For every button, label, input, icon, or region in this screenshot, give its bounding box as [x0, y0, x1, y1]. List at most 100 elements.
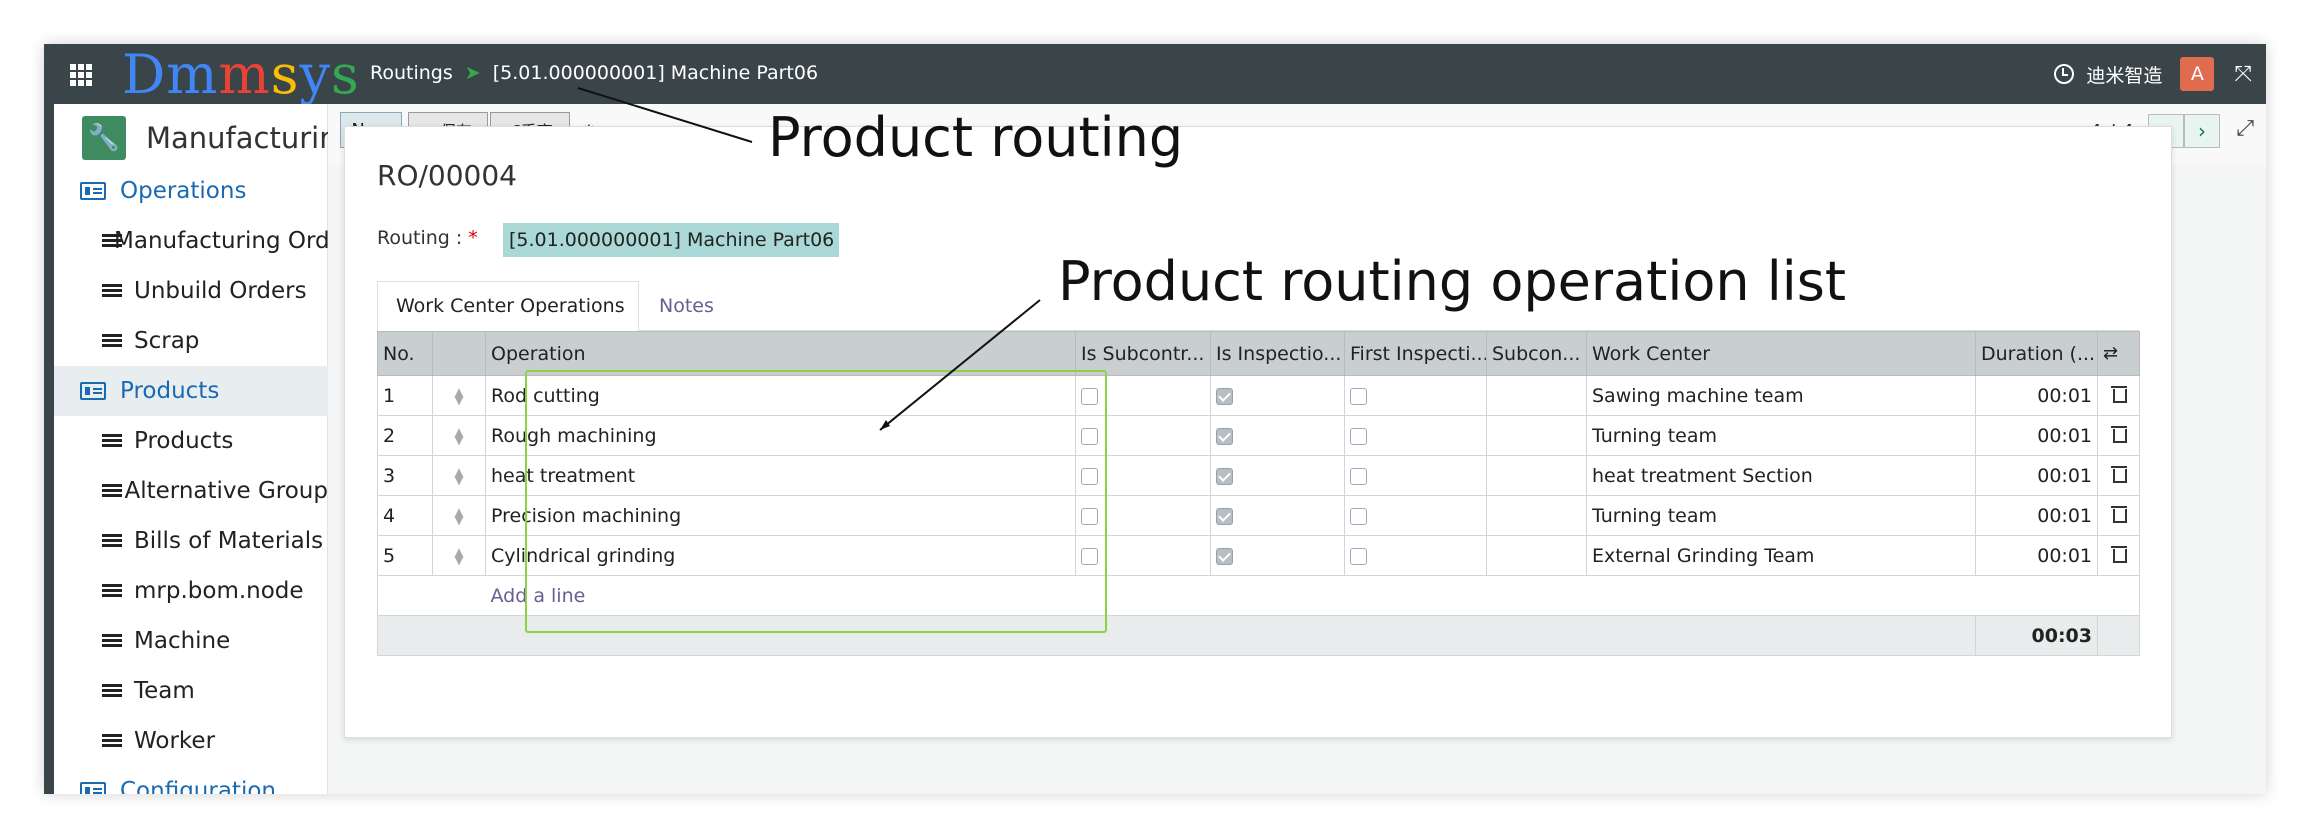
operation-highlight-box: [525, 370, 1107, 633]
first-inspection-cell[interactable]: [1344, 535, 1487, 576]
optional-columns-icon[interactable]: ⇄: [2097, 331, 2140, 376]
column-header[interactable]: Is Inspectio...: [1210, 331, 1345, 376]
duration-cell[interactable]: 00:01: [1975, 375, 2098, 416]
delete-cell[interactable]: [2097, 535, 2140, 576]
delete-cell[interactable]: [2097, 455, 2140, 496]
activity-clock-icon[interactable]: [2054, 64, 2075, 84]
column-header[interactable]: [432, 331, 486, 376]
first-inspection-checkbox[interactable]: [1350, 547, 1367, 565]
row-number: 4: [377, 495, 433, 536]
delete-cell[interactable]: [2097, 415, 2140, 456]
sidebar-item-label: Unbuild Orders: [134, 278, 307, 304]
first-inspection-checkbox[interactable]: [1350, 467, 1367, 485]
first-inspection-cell[interactable]: [1344, 495, 1487, 536]
delete-cell[interactable]: [2097, 375, 2140, 416]
list-icon: [102, 633, 122, 649]
work-center-cell[interactable]: External Grinding Team: [1586, 535, 1976, 576]
column-header[interactable]: Work Center: [1586, 331, 1976, 376]
sidebar-item-label: Products: [134, 428, 234, 454]
apps-grid-icon[interactable]: [70, 64, 92, 86]
tab-work-center-operations[interactable]: Work Center Operations: [377, 281, 639, 331]
drag-handle-icon[interactable]: ▲ ▼: [438, 546, 480, 566]
work-center-cell[interactable]: Sawing machine team: [1586, 375, 1976, 416]
subcontractor-cell[interactable]: [1486, 455, 1587, 496]
drag-handle-icon[interactable]: ▲ ▼: [438, 386, 480, 406]
inspection-checkbox[interactable]: [1216, 427, 1233, 445]
first-inspection-cell[interactable]: [1344, 415, 1487, 456]
column-header[interactable]: First Inspecti...: [1344, 331, 1487, 376]
duration-cell[interactable]: 00:01: [1975, 535, 2098, 576]
drag-handle-cell[interactable]: ▲ ▼: [432, 375, 486, 416]
sidebar-item-unbuild-orders[interactable]: Unbuild Orders: [54, 266, 328, 316]
sidebar-item-alternative-group[interactable]: Alternative Group: [54, 466, 328, 516]
app-name: Manufacturing: [146, 121, 356, 155]
subcontractor-cell[interactable]: [1486, 495, 1587, 536]
first-inspection-checkbox[interactable]: [1350, 507, 1367, 525]
column-header[interactable]: Duration (...: [1975, 331, 2098, 376]
sidebar-item-products[interactable]: Products: [54, 366, 328, 416]
sidebar-item-mrp-bom-node[interactable]: mrp.bom.node: [54, 566, 328, 616]
column-header[interactable]: Is Subcontr...: [1075, 331, 1211, 376]
drag-handle-cell[interactable]: ▲ ▼: [432, 415, 486, 456]
fullscreen-toggle-icon[interactable]: ⤧: [2234, 62, 2252, 87]
inspection-cell[interactable]: [1210, 455, 1345, 496]
first-inspection-checkbox[interactable]: [1350, 387, 1367, 405]
work-center-cell[interactable]: heat treatment Section: [1586, 455, 1976, 496]
inspection-checkbox[interactable]: [1216, 507, 1233, 525]
column-header[interactable]: Operation: [485, 331, 1076, 376]
inspection-cell[interactable]: [1210, 535, 1345, 576]
tab-notes[interactable]: Notes: [659, 281, 714, 331]
company-switcher[interactable]: 迪米智造: [2086, 61, 2162, 88]
drag-handle-icon[interactable]: ▲ ▼: [438, 506, 480, 526]
sidebar-item-machine[interactable]: Machine: [54, 616, 328, 666]
delete-cell[interactable]: [2097, 495, 2140, 536]
inspection-cell[interactable]: [1210, 375, 1345, 416]
drag-handle-icon[interactable]: ▲ ▼: [438, 466, 480, 486]
inspection-checkbox[interactable]: [1216, 547, 1233, 565]
duration-cell[interactable]: 00:01: [1975, 415, 2098, 456]
drag-handle-cell[interactable]: ▲ ▼: [432, 495, 486, 536]
drag-handle-icon[interactable]: ▲ ▼: [438, 426, 480, 446]
sidebar-item-configuration[interactable]: Configuration: [54, 766, 328, 794]
expand-icon[interactable]: ⤢: [2236, 116, 2254, 141]
sidebar-item-bills-of-materials[interactable]: Bills of Materials: [54, 516, 328, 566]
column-header[interactable]: No.: [377, 331, 433, 376]
subcontractor-cell[interactable]: [1486, 415, 1587, 456]
trash-icon[interactable]: [2110, 385, 2127, 403]
column-header[interactable]: Subcon...: [1486, 331, 1587, 376]
trash-icon[interactable]: [2110, 465, 2127, 483]
routing-field[interactable]: [5.01.000000001] Machine Part06: [503, 223, 839, 257]
annotation-operation-list: Product routing operation list: [1058, 250, 1847, 313]
list-icon: [102, 483, 123, 499]
trash-icon[interactable]: [2110, 505, 2127, 523]
required-asterisk: *: [468, 227, 478, 249]
drag-handle-cell[interactable]: ▲ ▼: [432, 535, 486, 576]
sidebar-item-worker[interactable]: Worker: [54, 716, 328, 766]
inspection-cell[interactable]: [1210, 495, 1345, 536]
inspection-checkbox[interactable]: [1216, 387, 1233, 405]
row-number: 2: [377, 415, 433, 456]
user-avatar[interactable]: A: [2180, 57, 2215, 91]
inspection-checkbox[interactable]: [1216, 467, 1233, 485]
trash-icon[interactable]: [2110, 545, 2127, 563]
logo[interactable]: Dmmsys: [122, 46, 360, 104]
sidebar-item-manufacturing-orders[interactable]: Manufacturing Orders: [54, 216, 328, 266]
inspection-cell[interactable]: [1210, 415, 1345, 456]
sidebar-item-products[interactable]: Products: [54, 416, 328, 466]
sidebar-item-operations[interactable]: Operations: [54, 166, 328, 216]
duration-cell[interactable]: 00:01: [1975, 455, 2098, 496]
duration-cell[interactable]: 00:01: [1975, 495, 2098, 536]
first-inspection-checkbox[interactable]: [1350, 427, 1367, 445]
first-inspection-cell[interactable]: [1344, 455, 1487, 496]
subcontractor-cell[interactable]: [1486, 535, 1587, 576]
work-center-cell[interactable]: Turning team: [1586, 415, 1976, 456]
breadcrumb-parent-link[interactable]: Routings: [370, 62, 453, 84]
work-center-cell[interactable]: Turning team: [1586, 495, 1976, 536]
trash-icon[interactable]: [2110, 425, 2127, 443]
sidebar-item-scrap[interactable]: Scrap: [54, 316, 328, 366]
sidebar-item-team[interactable]: Team: [54, 666, 328, 716]
first-inspection-cell[interactable]: [1344, 375, 1487, 416]
pager-next-button[interactable]: ›: [2184, 114, 2220, 148]
subcontractor-cell[interactable]: [1486, 375, 1587, 416]
drag-handle-cell[interactable]: ▲ ▼: [432, 455, 486, 496]
